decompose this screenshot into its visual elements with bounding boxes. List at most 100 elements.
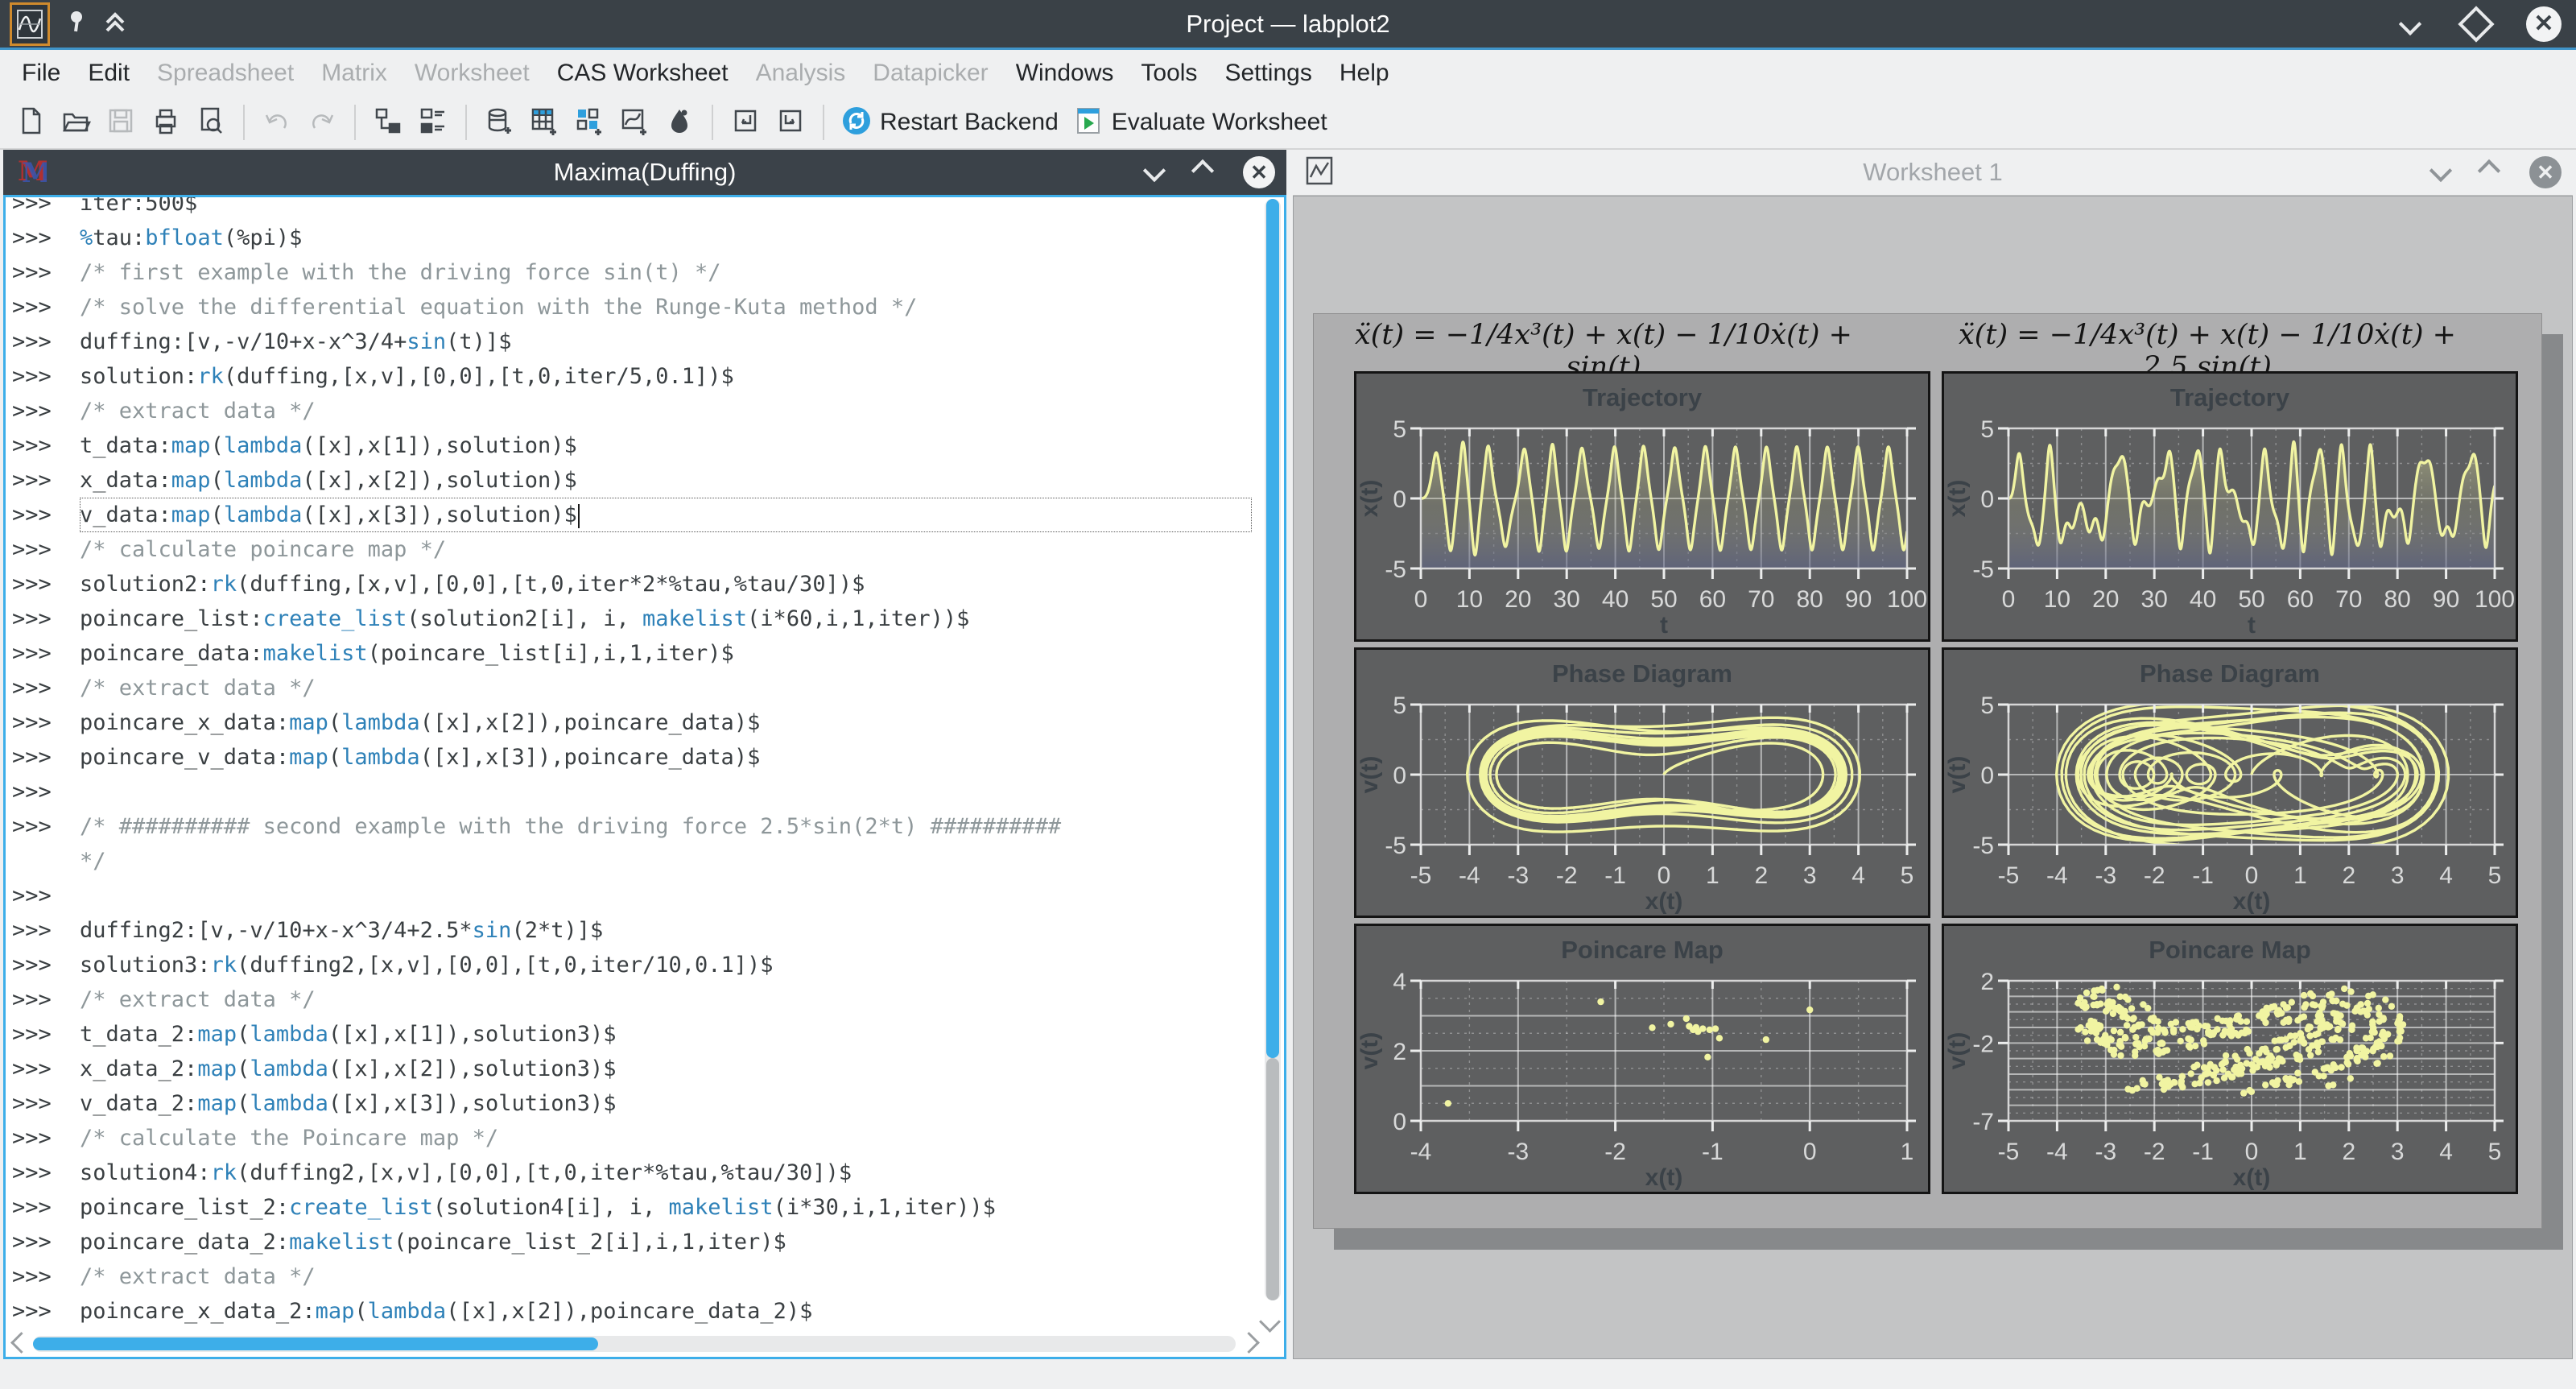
code-prompt: >>> [12,809,80,844]
code-entry[interactable]: x_data_2:map(lambda([x],x[2]),solution3)… [80,1052,1252,1086]
new-matrix-button[interactable] [522,100,567,145]
menu-settings[interactable]: Settings [1211,60,1325,87]
svg-text:1: 1 [1901,1139,1914,1165]
code-entry[interactable]: solution3:rk(duffing2,[x,v],[0,0],[t,0,i… [80,948,1252,982]
code-entry[interactable]: v_data_2:map(lambda([x],x[3]),solution3)… [80,1086,1252,1121]
code-entry[interactable]: poincare_v_data:map(lambda([x],x[3]),poi… [80,740,1252,775]
code-line: >>>poincare_list_2:create_list(solution4… [12,1190,1252,1225]
new-workbook-button[interactable] [567,100,612,145]
code-entry[interactable] [80,775,1252,809]
code-entry[interactable]: x_data:map(lambda([x],x[2]),solution)$ [80,463,1252,498]
cas-panel-header[interactable]: M M Maxima(Duffing) ✕ [3,150,1286,197]
code-entry[interactable]: t_data:map(lambda([x],x[1]),solution)$ [80,428,1252,463]
scroll-left-icon[interactable] [10,1332,32,1354]
svg-text:70: 70 [2335,586,2362,613]
code-entry[interactable]: duffing2:[v,-v/10+x-x^3/4+2.5*sin(2*t)]$ [80,913,1252,948]
cas-vertical-scrollbar[interactable] [1265,199,1281,1300]
import-button[interactable] [723,100,768,145]
redo-button [299,100,345,145]
code-entry[interactable]: /* ########## second example with the dr… [80,809,1252,844]
menu-edit[interactable]: Edit [74,60,143,87]
code-entry[interactable]: solution4:rk(duffing2,[x,v],[0,0],[t,0,i… [80,1155,1252,1190]
print-button[interactable] [143,100,188,145]
print-preview-button[interactable] [188,100,233,145]
code-entry[interactable]: t_data_2:map(lambda([x],x[1]),solution3)… [80,1017,1252,1052]
project-explorer-icon [373,105,403,140]
worksheet-page[interactable]: ẍ(t) = −1/4x³(t) + x(t) − 1/10ẋ(t) + sin… [1313,313,2542,1229]
code-entry[interactable]: %tau:bfloat(%pi)$ [80,221,1252,255]
menu-tools[interactable]: Tools [1127,60,1211,87]
close-window-button[interactable]: ✕ [2526,6,2562,42]
code-prompt: >>> [12,878,80,913]
ws-float-icon[interactable] [2481,163,2497,183]
code-entry[interactable]: /* extract data */ [80,671,1252,705]
cas-horizontal-scrollbar[interactable] [33,1336,1236,1352]
code-entry[interactable]: poincare_data:makelist(poincare_list[i],… [80,636,1252,671]
code-entry[interactable]: poincare_x_data:map(lambda([x],x[2]),poi… [80,705,1252,740]
menu-cas-worksheet[interactable]: CAS Worksheet [543,60,742,87]
code-entry[interactable]: /* calculate the Poincare map */ [80,1121,1252,1155]
code-entry[interactable]: poincare_data_2:makelist(poincare_list_2… [80,1225,1252,1259]
plot-phase-diagram-2[interactable]: Phase Diagram -5-4-3-2-101234550-5 x(t) … [1942,647,2518,918]
code-entry[interactable]: /* solve the differential equation with … [80,290,1252,325]
ws-close-button[interactable]: ✕ [2529,156,2562,188]
cas-float-icon[interactable] [1195,163,1211,183]
code-entry[interactable]: solution:rk(duffing,[x,v],[0,0],[t,0,ite… [80,359,1252,394]
new-spreadsheet-button[interactable] [477,100,522,145]
plot-trajectory-1[interactable]: Trajectory 010203040506070809010050-5 t … [1354,371,1930,642]
toolbar-separator [354,105,356,140]
maxima-code-area[interactable]: >>>iter:500$>>>%tau:bfloat(%pi)$>>>/* fi… [12,195,1252,1329]
code-entry[interactable]: /* extract data */ [80,1259,1252,1294]
plot-trajectory-2[interactable]: Trajectory 010203040506070809010050-5 t … [1942,371,2518,642]
code-prompt: >>> [12,1155,80,1190]
code-entry[interactable]: poincare_list_2:create_list(solution4[i]… [80,1190,1252,1225]
evaluate-worksheet-button[interactable]: Evaluate Worksheet [1066,100,1335,145]
minimize-button[interactable] [2394,8,2426,40]
scroll-down-icon[interactable] [1259,1311,1281,1333]
plot-poincare-map-2[interactable]: Poincare Map -5-4-3-2-10123452-2-7 x(t) … [1942,924,2518,1194]
project-explorer-button[interactable] [365,100,411,145]
code-prompt: >>> [12,532,80,567]
properties-explorer-button[interactable] [411,100,456,145]
plot-phase-diagram-1[interactable]: Phase Diagram -5-4-3-2-101234550-5 x(t) … [1354,647,1930,918]
open-file-button[interactable] [53,100,98,145]
new-spreadsheet-icon [484,105,514,140]
new-document-button[interactable] [8,100,53,145]
ws-undock-icon[interactable] [2433,163,2449,183]
new-datapicker-button[interactable] [612,100,657,145]
code-entry[interactable]: /* first example with the driving force … [80,255,1252,290]
menu-file[interactable]: File [8,60,74,87]
code-entry[interactable]: */ [80,844,1252,878]
code-prompt: >>> [12,463,80,498]
menu-help[interactable]: Help [1326,60,1403,87]
scroll-right-icon[interactable] [1238,1332,1260,1354]
maximize-button[interactable] [2460,8,2492,40]
cas-undock-icon[interactable] [1146,163,1162,183]
svg-text:-1: -1 [1702,1139,1724,1165]
plot-poincare-map-1[interactable]: Poincare Map -4-3-2-101420 x(t) v(t) [1354,924,1930,1194]
restart-backend-button[interactable]: Restart Backend [834,100,1066,145]
svg-text:5: 5 [1393,416,1406,443]
code-entry[interactable]: /* calculate poincare map */ [80,532,1252,567]
code-entry[interactable]: iter:500$ [80,195,1252,221]
new-note-button[interactable] [657,100,702,145]
new-note-icon [664,105,695,140]
cas-editor[interactable]: >>>iter:500$>>>%tau:bfloat(%pi)$>>>/* fi… [3,195,1286,1359]
export-button[interactable] [768,100,813,145]
menu-spreadsheet: Spreadsheet [143,60,308,87]
code-entry[interactable]: duffing:[v,-v/10+x-x^3/4+sin(t)]$ [80,325,1252,359]
code-entry[interactable] [80,878,1252,913]
new-datapicker-icon [619,105,650,140]
worksheet-view[interactable]: ẍ(t) = −1/4x³(t) + x(t) − 1/10ẋ(t) + sin… [1293,196,2573,1359]
svg-text:t: t [2248,612,2256,639]
worksheet-panel-header[interactable]: Worksheet 1 ✕ [1293,150,2573,196]
code-entry[interactable]: poincare_x_data_2:map(lambda([x],x[2]),p… [80,1294,1252,1329]
code-entry[interactable]: /* extract data */ [80,394,1252,428]
code-prompt: >>> [12,255,80,290]
code-entry[interactable]: poincare_list:create_list(solution2[i], … [80,601,1252,636]
code-entry[interactable]: solution2:rk(duffing,[x,v],[0,0],[t,0,it… [80,567,1252,601]
code-entry[interactable]: /* extract data */ [80,982,1252,1017]
cas-close-button[interactable]: ✕ [1243,156,1275,188]
code-entry-focused[interactable]: v_data:map(lambda([x],x[3]),solution)$ [80,498,1252,532]
menu-windows[interactable]: Windows [1002,60,1128,87]
